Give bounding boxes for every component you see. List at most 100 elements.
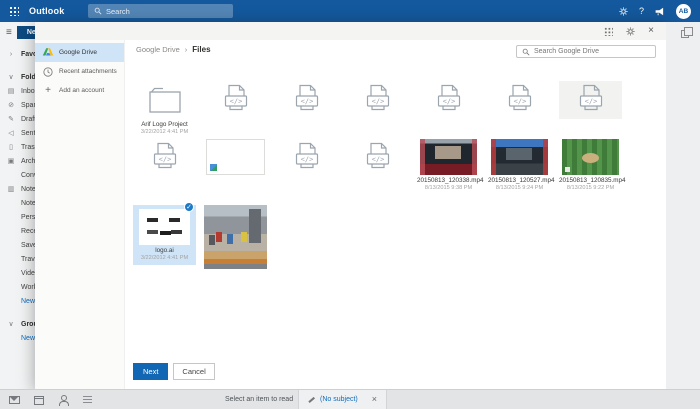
file-tile-20150813-120835-mp4[interactable]: 20150813_120835.mp48/13/2015 9:22 PM [559,139,622,191]
file-tile-code[interactable]: </> [275,139,338,177]
file-tile-code[interactable]: </> [275,81,338,119]
app-launcher-icon[interactable] [9,6,19,16]
file-icon-area: </> [488,81,551,119]
megaphone-icon[interactable] [655,7,665,16]
pencil-icon: ✎ [7,115,15,123]
nav-item-saved[interactable]: Saved [0,238,35,252]
file-icon-area [133,81,196,119]
file-tile-logo-ai[interactable]: ✓logo.ai3/22/2012 4:41 PM [133,205,196,265]
file-tile-code[interactable]: </> [488,81,551,119]
outlook-topbar: Outlook Search ? AB [0,0,700,22]
code-file-icon: </> [434,84,464,116]
nav-item-new-group[interactable]: New group [0,331,35,345]
nav-item-label: Favorites [21,51,35,58]
file-date: 8/13/2015 9:24 PM [488,185,551,191]
nav-item-favorites[interactable]: ›Favorites [0,47,35,61]
svg-text:</>: </> [371,98,384,106]
file-date: 3/22/2012 4:41 PM [133,129,196,135]
compose-tab[interactable]: (No subject) × [298,390,387,409]
nav-item-conversation-history[interactable]: Conversation History [0,168,35,182]
nav-item-inbox[interactable]: ▤Inbox [0,84,35,98]
grid-row: </></></>20150813_120338.mp48/13/2015 9:… [133,139,656,191]
file-icon-area: </> [204,81,267,119]
file-icon-area: </> [346,139,409,177]
file-tile-street-photo[interactable] [204,205,267,269]
nav-item-notes[interactable]: ▥Notes [0,182,35,196]
source-add-an-account[interactable]: +Add an account [35,81,124,100]
file-tile-loading[interactable] [204,139,267,175]
statusbar: Select an item to read (No subject) × [0,389,700,409]
file-tile-code[interactable]: </> [559,81,622,119]
source-google-drive[interactable]: Google Drive [35,43,124,62]
nav-item-notes[interactable]: Notes [0,196,35,210]
hamburger-menu-icon[interactable]: ≡ [6,28,12,38]
expand-window-icon[interactable] [681,30,689,38]
nav-item-label: Groups [21,321,35,328]
settings-gear-icon[interactable] [619,7,628,16]
nav-item-work[interactable]: Work [0,280,35,294]
view-grid-icon[interactable] [604,27,613,36]
nav-item-label: Sent Items [21,130,35,137]
app-title: Outlook [29,6,64,16]
mail-icon[interactable] [9,396,20,404]
file-name: Arif Logo Project [133,121,196,128]
svg-text:</>: </> [300,156,313,164]
code-file-icon: </> [363,84,393,116]
folder-list: ›Favorites ∨Folders▤Inbox⊘Spam✎Drafts ◁ Sen… [0,47,35,345]
nav-item-folders[interactable]: ∨Folders [0,70,35,84]
nav-item-new-folder[interactable]: New folder [0,294,35,308]
file-tile-code[interactable]: </> [204,81,267,119]
nav-item-archive[interactable]: ▣Archive [0,154,35,168]
google-drive-icon [42,47,54,58]
file-name: 20150813_120338.mp4 [417,177,480,184]
breadcrumb-root[interactable]: Google Drive [136,45,180,54]
nav-item-sent-items[interactable]: ◁ Sent Items [0,126,35,140]
nav-item-videos[interactable]: Videos [0,266,35,280]
nav-item-receipts[interactable]: Receipts [0,224,35,238]
avatar[interactable]: AB [676,4,691,19]
send-icon: ◁ [7,129,15,137]
file-tile-code[interactable]: </> [417,81,480,119]
dialog-settings-gear-icon[interactable] [626,27,635,36]
file-tile-code[interactable]: </> [346,139,409,177]
dialog-footer: Next Cancel [133,363,215,380]
people-icon[interactable] [58,395,69,405]
video-thumbnail-scoreboard-citi [491,139,548,175]
help-icon[interactable]: ? [639,7,644,16]
tasks-icon[interactable] [83,396,92,405]
svg-text:</>: </> [584,98,597,106]
nav-item-personal[interactable]: Personal [0,210,35,224]
nav-item-groups[interactable]: ∨Groups [0,317,35,331]
calendar-icon[interactable] [34,396,44,405]
file-tile-arif-logo-project[interactable]: Arif Logo Project3/22/2012 4:41 PM [133,81,196,135]
grid-row: ✓logo.ai3/22/2012 4:41 PM [133,205,656,269]
nav-item-spam[interactable]: ⊘Spam [0,98,35,112]
source-label: Recent attachments [59,68,117,75]
search-icon [94,7,102,15]
file-tile-code[interactable]: </> [133,139,196,177]
drive-content: Google Drive › Files Search Google Drive… [125,40,666,389]
spam-icon: ⊘ [7,101,15,109]
file-tile-20150813-120338-mp4[interactable]: 20150813_120338.mp48/13/2015 9:38 PM [417,139,480,191]
nav-item-label: Work [21,284,35,291]
dialog-close-icon[interactable]: × [648,26,654,36]
topbar-search-input[interactable]: Search [88,4,233,18]
code-file-icon: </> [576,84,606,116]
drive-search-input[interactable]: Search Google Drive [516,45,656,58]
nav-item-travel[interactable]: Travel [0,252,35,266]
cancel-button[interactable]: Cancel [173,363,214,380]
statusbar-icons [9,390,92,409]
compose-tab-close-icon[interactable]: × [372,395,377,404]
nav-item-drafts[interactable]: ✎Drafts [0,112,35,126]
file-tile-20150813-120527-mp4[interactable]: 20150813_120527.mp48/13/2015 9:24 PM [488,139,551,191]
reading-pane-sliver [666,22,700,389]
breadcrumb-current: Files [192,45,210,54]
source-recent-attachments[interactable]: Recent attachments [35,62,124,81]
file-icon-area: </> [346,81,409,119]
nav-item-trash[interactable]: ▯Trash [0,140,35,154]
new-mail-button[interactable]: New [17,26,35,39]
image-thumbnail-street-photo [204,205,267,269]
file-tile-code[interactable]: </> [346,81,409,119]
inbox-icon: ▤ [7,87,15,95]
next-button[interactable]: Next [133,363,168,380]
